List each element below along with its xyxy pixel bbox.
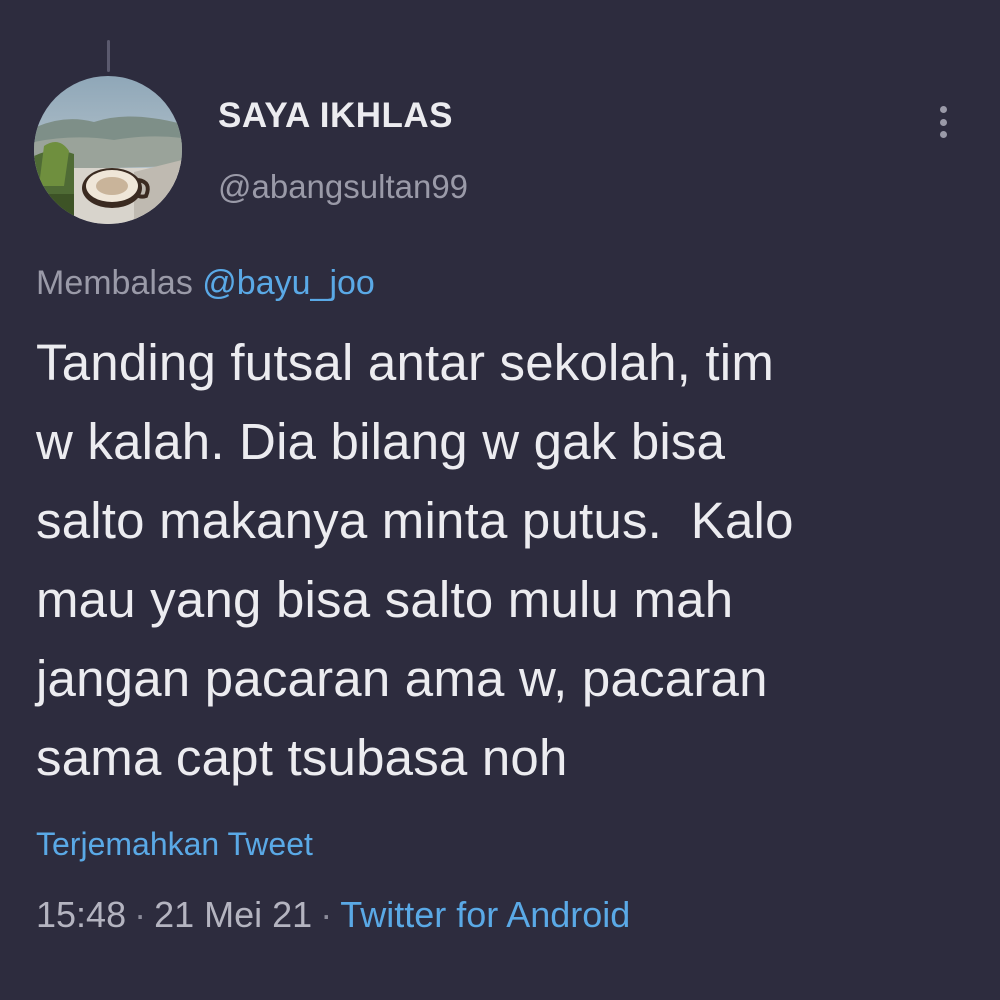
more-vertical-icon [939, 106, 947, 113]
tweet-text-line: mau yang bisa salto mulu mah [36, 571, 734, 628]
more-vertical-icon-dot [939, 118, 947, 126]
meta-separator: · [320, 894, 333, 935]
more-vertical-icon-dot [939, 131, 947, 138]
tweet-text-line: jangan pacaran ama w, pacaran [36, 650, 768, 707]
reply-context: Membalas @bayu_joo [36, 264, 375, 303]
translate-tweet-link[interactable]: Terjemahkan Tweet [36, 826, 313, 863]
tweet-text: Tanding futsal antar sekolah, tim w kala… [36, 323, 976, 797]
reply-prefix: Membalas [36, 264, 193, 302]
tweet-source-link[interactable]: Twitter for Android [340, 894, 630, 935]
tweet-text-line: w kalah. Dia bilang w gak bisa [36, 413, 726, 470]
tweet-time: 15:48 [36, 894, 127, 935]
thread-connector-line [107, 40, 110, 72]
reply-to-handle-link[interactable]: @bayu_joo [202, 264, 375, 302]
avatar[interactable] [34, 76, 182, 224]
more-options-button[interactable] [928, 100, 958, 144]
author-display-name[interactable]: SAYA IKHLAS [218, 96, 453, 136]
tweet-text-line: sama capt tsubasa noh [36, 729, 568, 786]
profile-photo-icon [34, 76, 182, 224]
author-handle[interactable]: @abangsultan99 [218, 168, 468, 206]
tweet-text-line: salto makanya minta putus. Kalo [36, 492, 794, 549]
tweet-date: 21 Mei 21 [154, 894, 313, 935]
tweet-metadata: 15:48 · 21 Mei 21 · Twitter for Android [36, 894, 630, 936]
meta-separator: · [134, 894, 147, 935]
tweet-text-line: Tanding futsal antar sekolah, tim [36, 334, 775, 391]
